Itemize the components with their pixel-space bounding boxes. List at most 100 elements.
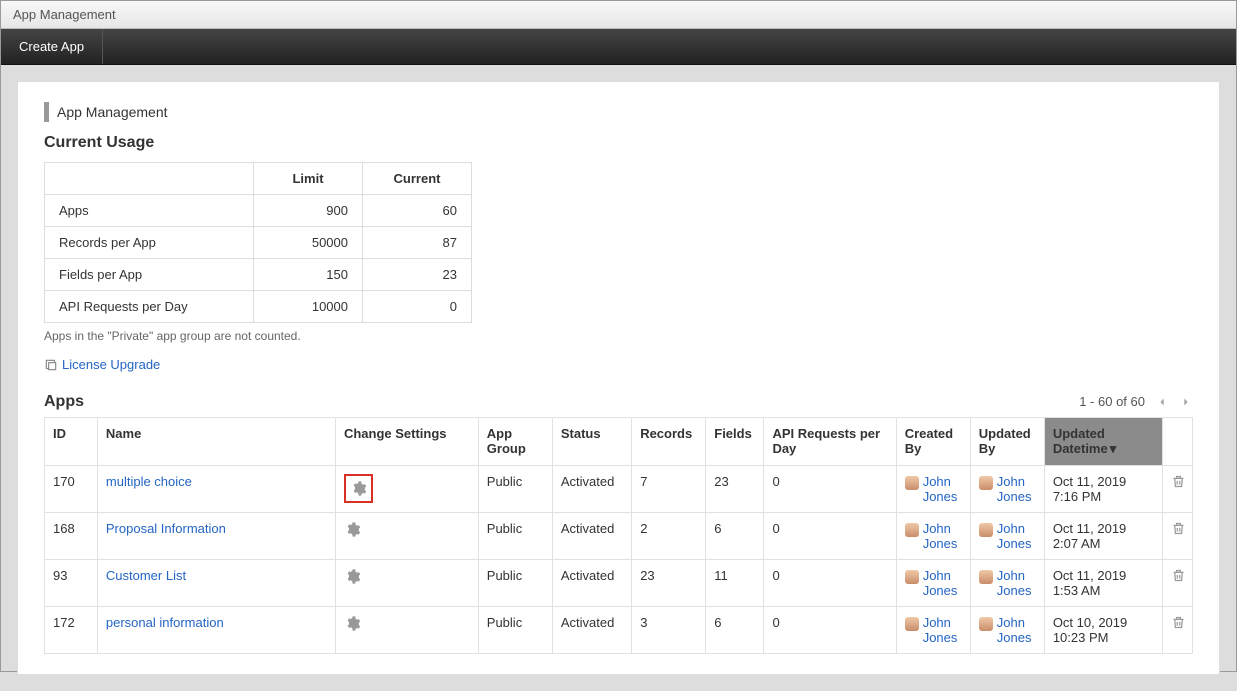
- window-title-bar: App Management: [1, 1, 1236, 29]
- th-change-settings[interactable]: Change Settings: [335, 417, 478, 465]
- cell-api: 0: [764, 606, 896, 653]
- app-name-link[interactable]: multiple choice: [106, 474, 192, 489]
- cell-id: 168: [45, 512, 98, 559]
- usage-row-limit: 10000: [254, 291, 363, 323]
- cell-fields: 6: [706, 512, 764, 559]
- table-row: 93Customer ListPublicActivated23110John …: [45, 559, 1193, 606]
- user-cell: John Jones: [905, 521, 962, 551]
- external-link-icon: [44, 358, 58, 372]
- table-row: 170multiple choicePublicActivated7230Joh…: [45, 465, 1193, 512]
- page-section-title: App Management: [44, 102, 1193, 122]
- pager-prev-icon[interactable]: [1155, 395, 1169, 409]
- user-link[interactable]: John Jones: [997, 474, 1036, 504]
- cell-id: 170: [45, 465, 98, 512]
- usage-row-current: 23: [363, 259, 472, 291]
- trash-icon[interactable]: [1171, 618, 1186, 633]
- avatar: [905, 570, 919, 584]
- sort-desc-icon: ▾: [1110, 441, 1117, 457]
- th-created-by[interactable]: Created By: [896, 417, 970, 465]
- user-link[interactable]: John Jones: [923, 568, 962, 598]
- main-toolbar: Create App: [1, 29, 1236, 65]
- gear-icon[interactable]: [344, 620, 361, 635]
- cell-fields: 11: [706, 559, 764, 606]
- user-link[interactable]: John Jones: [923, 521, 962, 551]
- usage-head-limit: Limit: [254, 163, 363, 195]
- app-name-link[interactable]: personal information: [106, 615, 224, 630]
- th-updated-by[interactable]: Updated By: [970, 417, 1044, 465]
- cell-records: 7: [632, 465, 706, 512]
- apps-table: ID Name Change Settings App Group Status…: [44, 417, 1193, 654]
- avatar: [979, 570, 993, 584]
- cell-records: 3: [632, 606, 706, 653]
- usage-row-label: API Requests per Day: [45, 291, 254, 323]
- window-title: App Management: [13, 7, 116, 22]
- trash-icon[interactable]: [1171, 477, 1186, 492]
- gear-icon[interactable]: [344, 526, 361, 541]
- usage-table: Limit Current Apps90060Records per App50…: [44, 162, 472, 323]
- usage-heading: Current Usage: [44, 134, 1193, 152]
- cell-group: Public: [478, 465, 552, 512]
- cell-fields: 23: [706, 465, 764, 512]
- gear-highlight: [344, 474, 373, 503]
- table-row: 168 Proposal Information PublicActivated26…: [45, 512, 1193, 559]
- cell-status: Activated: [552, 512, 631, 559]
- usage-row-current: 60: [363, 195, 472, 227]
- cell-status: Activated: [552, 465, 631, 512]
- cell-api: 0: [764, 559, 896, 606]
- th-fields[interactable]: Fields: [706, 417, 764, 465]
- cell-group: Public: [478, 559, 552, 606]
- th-records[interactable]: Records: [632, 417, 706, 465]
- th-updated-datetime[interactable]: Updated Datetime▾: [1044, 417, 1163, 465]
- app-name-link[interactable]: Proposal Information: [106, 521, 226, 536]
- create-app-button[interactable]: Create App: [1, 29, 103, 64]
- avatar: [979, 476, 993, 490]
- usage-head-current: Current: [363, 163, 472, 195]
- user-link[interactable]: John Jones: [997, 568, 1036, 598]
- license-upgrade-label: License Upgrade: [62, 357, 160, 372]
- cell-updated-dt: Oct 11, 2019 1:53 AM: [1044, 559, 1163, 606]
- th-updated-datetime-label: Updated Datetime: [1053, 426, 1108, 456]
- th-id[interactable]: ID: [45, 417, 98, 465]
- usage-row-current: 0: [363, 291, 472, 323]
- th-status[interactable]: Status: [552, 417, 631, 465]
- cell-updated-dt: Oct 10, 2019 10:23 PM: [1044, 606, 1163, 653]
- usage-row-label: Apps: [45, 195, 254, 227]
- cell-id: 93: [45, 559, 98, 606]
- trash-icon[interactable]: [1171, 524, 1186, 539]
- pager-next-icon[interactable]: [1179, 395, 1193, 409]
- cell-api: 0: [764, 512, 896, 559]
- app-name-link[interactable]: Customer List: [106, 568, 186, 583]
- pager-range: 1 - 60 of 60: [1079, 394, 1145, 409]
- user-link[interactable]: John Jones: [997, 615, 1036, 645]
- th-delete: [1163, 417, 1193, 465]
- create-app-label: Create App: [19, 39, 84, 54]
- cell-status: Activated: [552, 559, 631, 606]
- user-cell: John Jones: [905, 615, 962, 645]
- avatar: [905, 617, 919, 631]
- gear-icon[interactable]: [344, 485, 373, 500]
- cell-records: 2: [632, 512, 706, 559]
- th-name[interactable]: Name: [97, 417, 335, 465]
- user-link[interactable]: John Jones: [923, 615, 962, 645]
- gear-icon[interactable]: [344, 573, 361, 588]
- th-app-group[interactable]: App Group: [478, 417, 552, 465]
- user-cell: John Jones: [979, 521, 1036, 551]
- cell-updated-dt: Oct 11, 2019 7:16 PM: [1044, 465, 1163, 512]
- user-link[interactable]: John Jones: [997, 521, 1036, 551]
- th-api-requests[interactable]: API Requests per Day: [764, 417, 896, 465]
- user-cell: John Jones: [979, 615, 1036, 645]
- table-row: 172personal informationPublicActivated36…: [45, 606, 1193, 653]
- cell-fields: 6: [706, 606, 764, 653]
- user-cell: John Jones: [979, 474, 1036, 504]
- license-upgrade-link[interactable]: License Upgrade: [44, 357, 160, 372]
- trash-icon[interactable]: [1171, 571, 1186, 586]
- user-link[interactable]: John Jones: [923, 474, 962, 504]
- avatar: [979, 523, 993, 537]
- user-cell: John Jones: [979, 568, 1036, 598]
- user-cell: John Jones: [905, 474, 962, 504]
- apps-heading: Apps: [44, 393, 84, 411]
- user-cell: John Jones: [905, 568, 962, 598]
- avatar: [979, 617, 993, 631]
- cell-status: Activated: [552, 606, 631, 653]
- cell-group: Public: [478, 512, 552, 559]
